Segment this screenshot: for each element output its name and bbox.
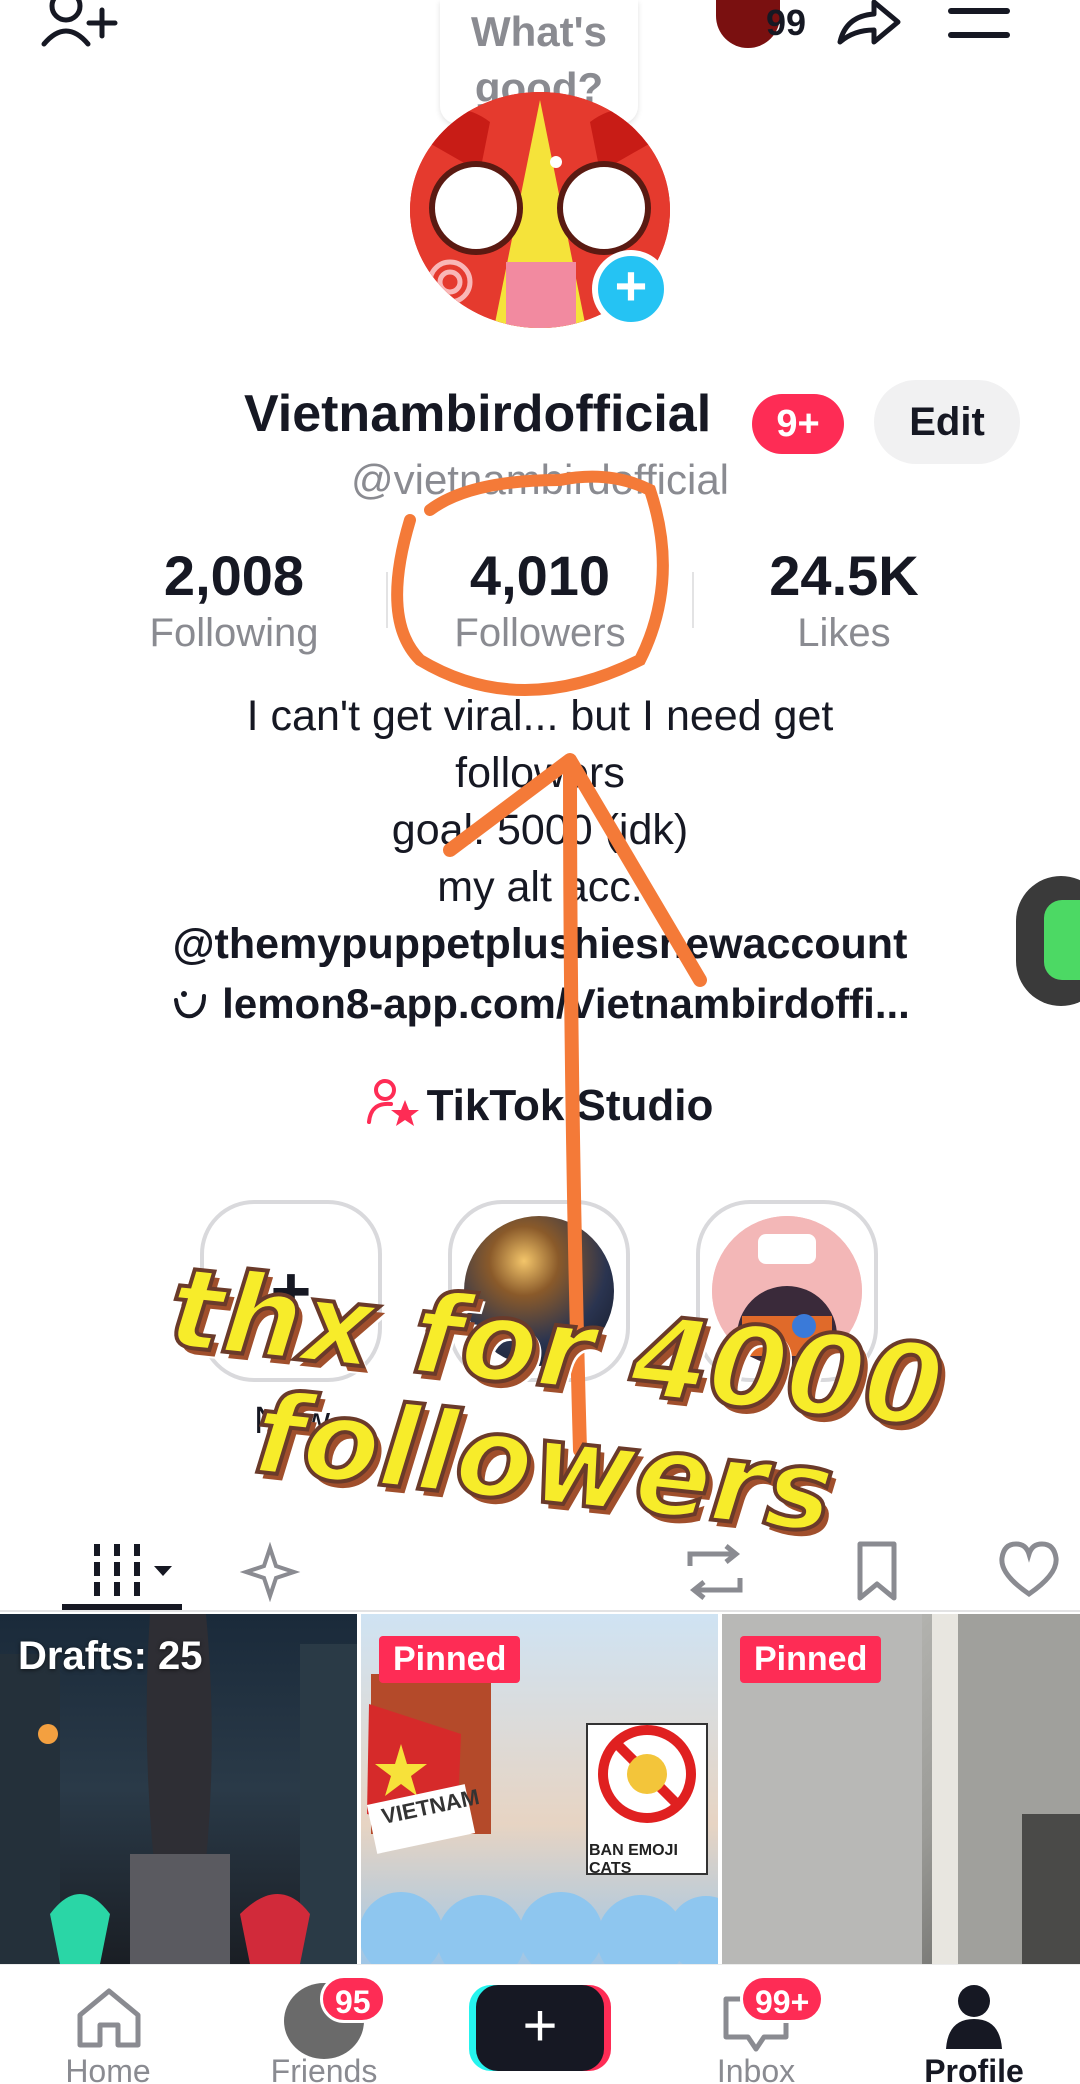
pinned-video-tile[interactable]: Pinned VIETNAM BAN EMOJI CATS — [361, 1614, 718, 1964]
following-stat[interactable]: 2,008 Following — [84, 544, 384, 658]
studio-icon — [366, 1079, 419, 1126]
nav-profile-label: Profile — [924, 2053, 1024, 2084]
stat-divider — [386, 572, 388, 628]
studio-label: TikTok Studio — [426, 1081, 714, 1130]
phone-icon[interactable] — [1044, 900, 1080, 980]
nav-friends[interactable]: 95 Friends — [244, 1965, 404, 2084]
pinned-badge: Pinned — [379, 1636, 521, 1683]
following-label: Following — [149, 611, 319, 655]
bio-line: goal: 5000 (idk) — [391, 806, 689, 854]
followers-label: Followers — [454, 611, 626, 655]
home-icon — [77, 1988, 141, 2048]
pinned-video-tile[interactable]: Pinned — [722, 1614, 1080, 1964]
likes-count: 24.5K — [769, 544, 919, 607]
inbox-badge: 99+ — [740, 1975, 825, 2023]
likes-stat[interactable]: 24.5K Likes — [694, 544, 994, 658]
drafts-tile[interactable]: Drafts: 25 — [0, 1614, 357, 1964]
sparkle-tab-icon[interactable] — [240, 1542, 306, 1602]
bio: I can't get viral... but I need get foll… — [0, 688, 1080, 973]
following-count: 2,008 — [163, 544, 305, 607]
liked-tab-icon[interactable] — [996, 1540, 1062, 1600]
nav-home-label: Home — [65, 2053, 151, 2084]
followers-stat[interactable]: 4,010 Followers — [390, 544, 690, 658]
ban-sign-text: BAN EMOJI CATS — [589, 1842, 678, 1877]
nav-friends-label: Friends — [270, 2053, 378, 2084]
profile-icon — [946, 1985, 1002, 2049]
bio-line: my alt acc: — [437, 863, 643, 911]
name-row: Vietnambirdofficial 9+ Edit — [0, 380, 1080, 464]
nav-profile[interactable]: Profile — [894, 1965, 1054, 2084]
username-handle[interactable]: @vietnambirdofficial — [0, 456, 1080, 504]
bio-link-text: lemon8-app.com/Vietnambirdoffi... — [222, 980, 910, 1027]
notification-count: 99 — [766, 2, 807, 43]
nav-inbox[interactable]: 99+ Inbox — [676, 1965, 836, 2084]
share-icon[interactable] — [834, 0, 902, 46]
bottom-nav: Home 95 Friends + 99+ Inbox Profile — [0, 1964, 1080, 2084]
tiktok-studio-link[interactable]: TikTok Studio — [0, 1078, 1080, 1131]
nav-inbox-label: Inbox — [716, 2053, 796, 2084]
followers-count: 4,010 — [469, 544, 611, 607]
edit-profile-button[interactable]: Edit — [874, 380, 1020, 464]
add-user-icon[interactable] — [40, 0, 120, 50]
drafts-label: Drafts: 25 — [18, 1634, 203, 1678]
alt-account-mention[interactable]: @themypuppetplushiesnewaccount — [0, 916, 1080, 973]
tabs-divider — [0, 1610, 1080, 1612]
friends-badge: 95 — [320, 1975, 386, 2023]
likes-label: Likes — [797, 611, 891, 655]
notification-badge[interactable]: 9+ — [752, 394, 844, 454]
bio-link[interactable]: lemon8-app.com/Vietnambirdoffi... — [0, 980, 1080, 1028]
lemon8-icon — [174, 991, 207, 1019]
nav-home[interactable]: Home — [28, 1965, 188, 2084]
menu-icon[interactable] — [948, 6, 1010, 42]
create-button[interactable]: + — [476, 1985, 604, 2071]
display-name: Vietnambirdofficial — [244, 385, 712, 443]
bio-line: followers — [455, 749, 625, 797]
grid-tab-icon[interactable] — [88, 1540, 180, 1600]
pinned-badge: Pinned — [740, 1636, 882, 1683]
bio-line: I can't get viral... but I need get — [246, 692, 834, 740]
add-story-plus-icon[interactable]: + — [592, 250, 670, 328]
